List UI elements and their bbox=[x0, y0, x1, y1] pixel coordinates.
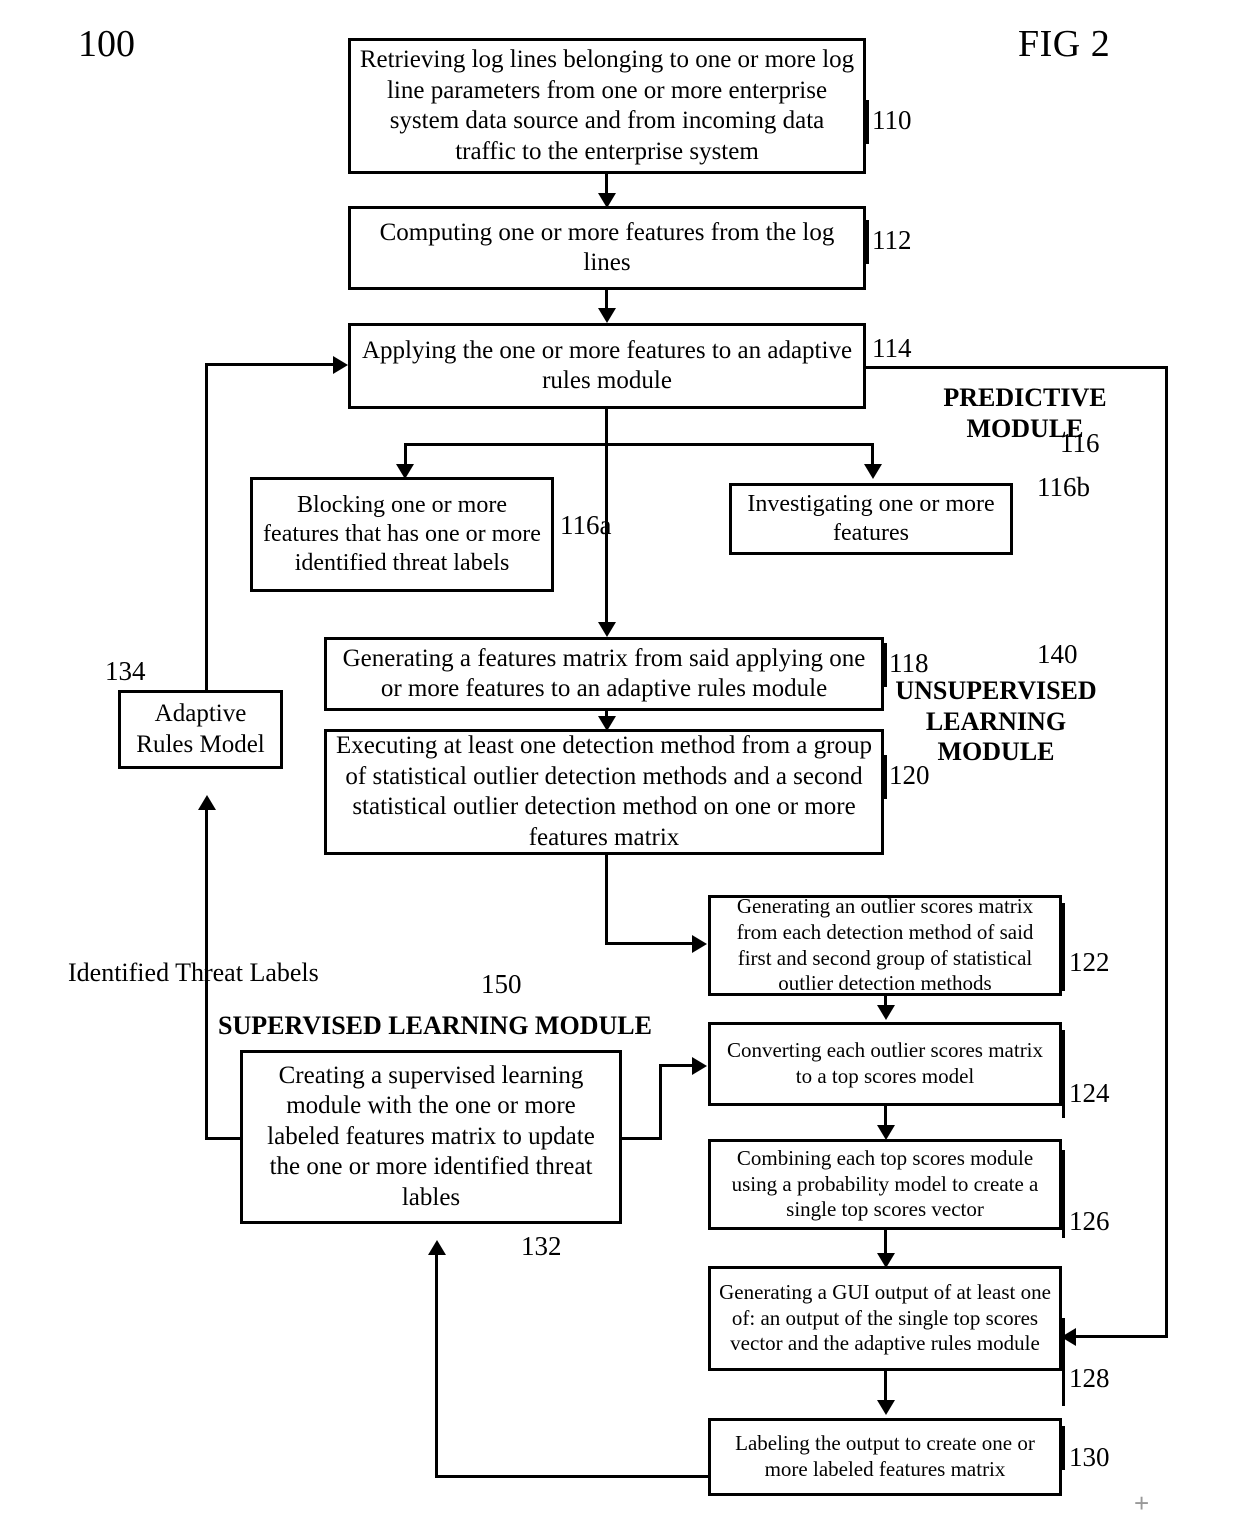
edge-120-122-seg2 bbox=[605, 942, 693, 945]
leader-126 bbox=[1062, 1150, 1065, 1238]
flow-node-110[interactable]: Retrieving log lines belonging to one or… bbox=[348, 38, 866, 174]
supervised-module-label: SUPERVISED LEARNING MODULE bbox=[218, 1011, 652, 1040]
edge-130-132-seg2 bbox=[435, 1253, 438, 1475]
flow-node-128-text: Generating a GUI output of at least one … bbox=[719, 1280, 1051, 1356]
edge-114-118-arrowhead bbox=[598, 622, 616, 637]
flow-node-116a-text: Blocking one or more features that has o… bbox=[263, 491, 541, 577]
ref-116b: 116b bbox=[1037, 472, 1090, 502]
flow-node-130[interactable]: Labeling the output to create one or mor… bbox=[708, 1418, 1062, 1496]
ref-126: 126 bbox=[1069, 1206, 1110, 1236]
ref-128: 128 bbox=[1069, 1363, 1110, 1393]
edge-132-134-arrowhead bbox=[198, 795, 216, 810]
flow-node-128[interactable]: Generating a GUI output of at least one … bbox=[708, 1266, 1062, 1371]
flow-node-126-text: Combining each top scores module using a… bbox=[731, 1146, 1039, 1222]
flow-node-110-text: Retrieving log lines belonging to one or… bbox=[359, 46, 855, 165]
flow-node-114-text: Applying the one or more features to an … bbox=[361, 336, 853, 395]
ref-140: 140 bbox=[1037, 639, 1078, 669]
edge-132-124-seg1 bbox=[622, 1137, 662, 1140]
patent-figure-page: 100 FIG 2 Retrieving log lines belonging… bbox=[0, 0, 1240, 1540]
ref-118: 118 bbox=[889, 648, 929, 678]
ref-124: 124 bbox=[1069, 1078, 1110, 1108]
flow-node-132-text: Creating a supervised learning module wi… bbox=[267, 1061, 595, 1211]
ref-112: 112 bbox=[872, 225, 912, 255]
flow-node-116b-text: Investigating one or more features bbox=[747, 490, 995, 546]
flow-node-118[interactable]: Generating a features matrix from said a… bbox=[324, 637, 884, 711]
edge-114-116b-arrowhead bbox=[864, 464, 882, 479]
unsupervised-module-label: UNSUPERVISED LEARNING MODULE bbox=[895, 676, 1097, 767]
flow-node-118-text: Generating a features matrix from said a… bbox=[342, 644, 866, 703]
leader-118 bbox=[884, 643, 887, 687]
edge-132-124-arrowhead bbox=[692, 1057, 707, 1075]
figure-number-100: 100 bbox=[78, 23, 135, 65]
identified-threat-labels-edge-label: Identified Threat Labels bbox=[68, 958, 319, 987]
flow-node-134-text: Adaptive Rules Model bbox=[136, 700, 265, 758]
flow-node-120-text: Executing at least one detection method … bbox=[336, 732, 872, 851]
leader-110 bbox=[866, 100, 869, 144]
edge-130-132-seg1 bbox=[435, 1475, 709, 1478]
leader-112 bbox=[866, 220, 869, 264]
ref-132: 132 bbox=[521, 1231, 562, 1261]
ref-116a: 116a bbox=[560, 510, 612, 540]
ref-122: 122 bbox=[1069, 947, 1110, 977]
flow-node-112-text: Computing one or more features from the … bbox=[379, 218, 835, 277]
edge-114-branch-stem bbox=[605, 409, 608, 446]
leader-120 bbox=[884, 755, 887, 799]
leader-124 bbox=[1062, 1030, 1065, 1118]
flow-node-112[interactable]: Computing one or more features from the … bbox=[348, 206, 866, 290]
leader-122 bbox=[1062, 903, 1065, 991]
flow-node-130-text: Labeling the output to create one or mor… bbox=[735, 1431, 1035, 1481]
edge-128-130-arrowhead bbox=[877, 1400, 895, 1415]
leader-130 bbox=[1062, 1426, 1065, 1470]
edge-134-114-seg1 bbox=[205, 363, 208, 693]
edge-114-to-128-seg1 bbox=[866, 366, 1168, 369]
edge-120-122-arrowhead bbox=[692, 935, 707, 953]
edge-114-to-128-seg3 bbox=[1075, 1335, 1168, 1338]
edge-122-124-arrowhead bbox=[877, 1005, 895, 1020]
edge-120-122-seg1 bbox=[605, 855, 608, 945]
flow-node-122[interactable]: Generating an outlier scores matrix from… bbox=[708, 894, 1062, 996]
edge-134-114-arrowhead bbox=[333, 356, 348, 374]
flow-node-134[interactable]: Adaptive Rules Model bbox=[118, 690, 283, 769]
edge-132-134-seg1 bbox=[205, 1137, 243, 1140]
flow-node-114[interactable]: Applying the one or more features to an … bbox=[348, 323, 866, 409]
ref-130: 130 bbox=[1069, 1442, 1110, 1472]
edge-124-126-arrowhead bbox=[877, 1125, 895, 1140]
flow-node-132[interactable]: Creating a supervised learning module wi… bbox=[240, 1050, 622, 1224]
leader-128 bbox=[1062, 1318, 1065, 1406]
ref-114: 114 bbox=[872, 333, 912, 363]
crosshair-mark: + bbox=[1134, 1488, 1150, 1518]
flow-node-116b[interactable]: Investigating one or more features bbox=[729, 483, 1013, 555]
figure-title: FIG 2 bbox=[1018, 23, 1111, 65]
edge-132-124-seg2 bbox=[659, 1064, 662, 1140]
ref-120: 120 bbox=[889, 760, 930, 790]
flow-node-120[interactable]: Executing at least one detection method … bbox=[324, 729, 884, 855]
ref-116: 116 bbox=[1060, 428, 1100, 458]
flow-node-116a[interactable]: Blocking one or more features that has o… bbox=[250, 477, 554, 592]
ref-134: 134 bbox=[105, 656, 146, 686]
ref-150: 150 bbox=[481, 969, 522, 999]
flow-node-124-text: Converting each outlier scores matrix to… bbox=[726, 1038, 1044, 1088]
flow-node-122-text: Generating an outlier scores matrix from… bbox=[736, 894, 1034, 996]
edge-134-114-seg2 bbox=[205, 363, 333, 366]
edge-114-to-128-seg2 bbox=[1165, 366, 1168, 1338]
edge-114-branch-bar bbox=[404, 443, 874, 446]
flow-node-126[interactable]: Combining each top scores module using a… bbox=[708, 1139, 1062, 1230]
edge-112-114-arrowhead bbox=[598, 308, 616, 323]
ref-110: 110 bbox=[872, 105, 912, 135]
edge-132-124-seg3 bbox=[659, 1064, 693, 1067]
edge-130-132-arrowhead bbox=[428, 1240, 446, 1255]
